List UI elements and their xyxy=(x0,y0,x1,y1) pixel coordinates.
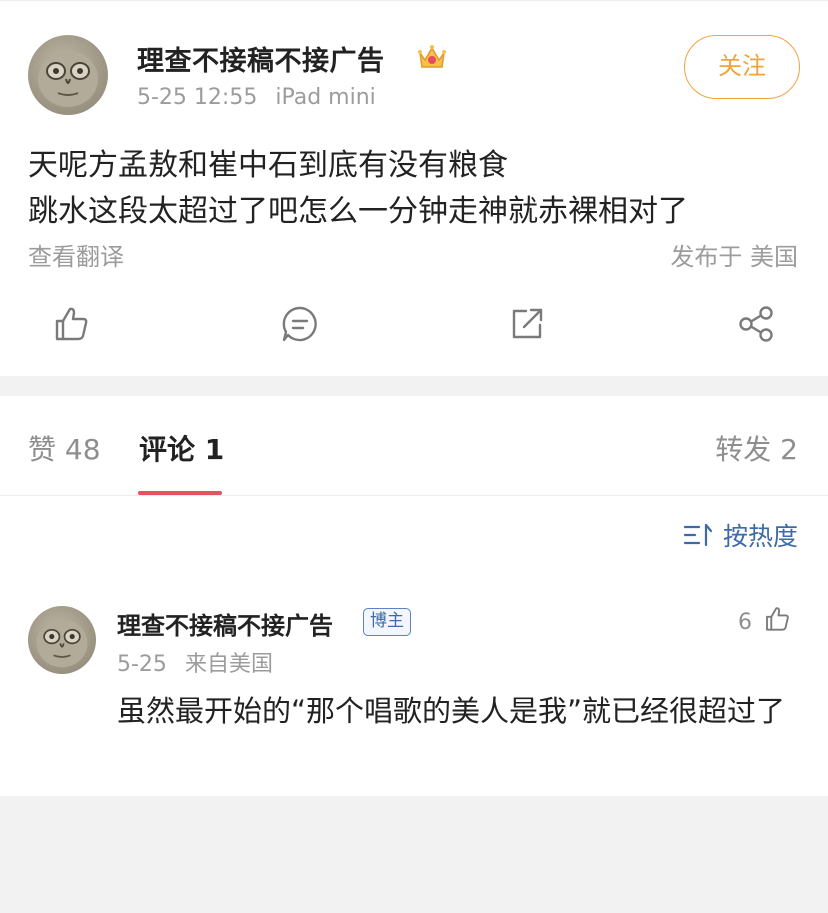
like-icon xyxy=(55,307,88,341)
repost-button[interactable] xyxy=(506,303,548,345)
comment-like-button[interactable] xyxy=(762,604,792,634)
comment-icon xyxy=(282,306,317,342)
tab-comments[interactable]: 评论 1 xyxy=(139,428,224,468)
sort-label: 按热度 xyxy=(722,522,798,551)
tab-likes[interactable]: 赞 48 xyxy=(28,428,101,468)
post-location: 发布于 美国 xyxy=(670,243,798,271)
post-text: 天呢方孟敖和崔中石到底有没有粮食 跳水这段太超过了吧怎么一分钟走神就赤裸相对了 xyxy=(28,143,808,235)
stone-face-avatar-art xyxy=(38,51,98,107)
repost-icon xyxy=(512,308,543,339)
author-avatar[interactable] xyxy=(28,35,108,115)
share-button[interactable] xyxy=(735,303,777,345)
post-author-name[interactable]: 理查不接稿不接广告 xyxy=(137,39,385,78)
translate-link[interactable]: 查看翻译 xyxy=(28,237,124,272)
post-device: iPad mini xyxy=(275,85,376,110)
blogger-badge: 博主 xyxy=(363,608,411,636)
tab-reposts[interactable]: 转发 2 xyxy=(715,428,798,468)
comment-source: 来自美国 xyxy=(184,652,273,677)
share-icon xyxy=(739,306,773,342)
post-card: 理查不接稿不接广告 5-25 12:55 iPad mini 关注 天呢方孟敖和崔… xyxy=(0,0,828,376)
comment-author-name[interactable]: 理查不接稿不接广告 xyxy=(117,606,333,641)
post-text-line: 天呢方孟敖和崔中石到底有没有粮食 xyxy=(28,148,508,183)
sort-icon xyxy=(683,522,713,548)
comments-section: 赞 48 评论 1 转发 2 按热度 理查不接稿不接广告 博主 5-25 来自美… xyxy=(0,396,828,796)
comment-text: 虽然最开始的“那个唱歌的美人是我”就已经很超过了 xyxy=(117,694,786,728)
like-button[interactable] xyxy=(50,303,92,345)
post-date: 5-25 12:55 xyxy=(137,85,258,110)
commenter-avatar[interactable] xyxy=(28,606,96,674)
comment-date: 5-25 xyxy=(117,652,167,677)
stone-face-avatar-art xyxy=(36,619,88,668)
follow-button[interactable]: 关注 xyxy=(684,35,800,99)
comment-meta: 5-25 来自美国 xyxy=(117,646,273,678)
divider xyxy=(0,495,828,496)
post-text-line: 跳水这段太超过了吧怎么一分钟走神就赤裸相对了 xyxy=(28,194,688,229)
comment-button[interactable] xyxy=(279,303,321,345)
post-meta: 5-25 12:55 iPad mini xyxy=(137,85,376,110)
sort-by-hot-button[interactable]: 按热度 xyxy=(683,518,798,552)
crown-icon xyxy=(416,41,448,73)
like-icon xyxy=(766,607,789,631)
comment-like-count: 6 xyxy=(738,610,752,635)
